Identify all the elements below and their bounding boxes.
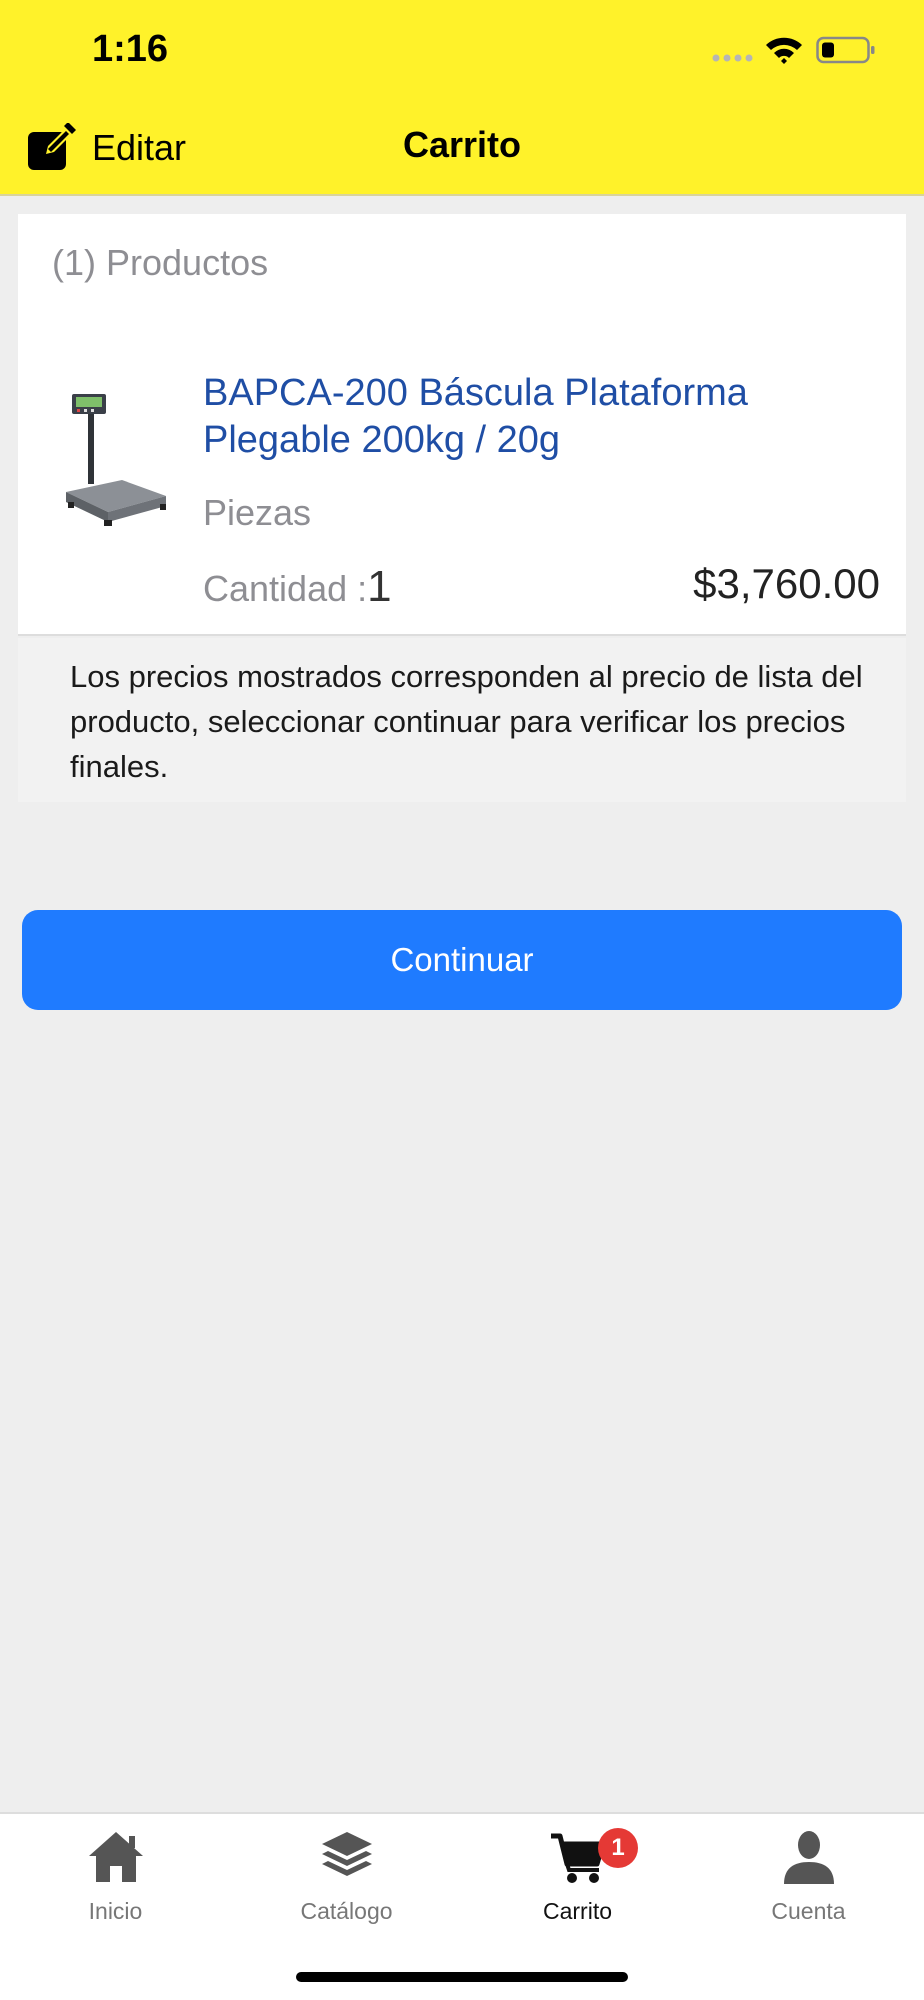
quantity-label: Cantidad : (203, 568, 368, 609)
tab-catalogo[interactable]: Catálogo (231, 1828, 462, 1938)
price-notice-text: Los precios mostrados corresponden al pr… (70, 659, 863, 784)
tab-carrito-label: Carrito (542, 1898, 612, 1924)
continue-button[interactable]: Continuar (22, 910, 902, 1010)
header: 1:16 Editar Carrito (0, 0, 924, 196)
tab-cuenta[interactable]: Cuenta (693, 1828, 924, 1938)
quantity-value: 1 (367, 562, 392, 611)
cart-card: (1) Productos BAPCA-200 Báscula Platafor… (18, 214, 906, 636)
tab-cuenta-label: Cuenta (771, 1898, 846, 1924)
cart-badge: 1 (598, 1828, 638, 1868)
tab-catalogo-label: Catálogo (300, 1898, 393, 1924)
products-count: (1) Productos (52, 242, 269, 283)
tab-inicio-label: Inicio (88, 1898, 143, 1924)
user-icon (783, 1831, 834, 1884)
tab-inicio[interactable]: Inicio (0, 1828, 231, 1938)
price-notice: Los precios mostrados corresponden al pr… (18, 638, 906, 802)
home-indicator[interactable] (296, 1972, 628, 1982)
quantity-row: Cantidad : 1 (203, 562, 392, 612)
home-icon (88, 1832, 143, 1882)
status-time: 1:16 (92, 28, 169, 70)
layers-icon (321, 1832, 372, 1876)
battery-icon (816, 36, 875, 64)
wifi-icon (766, 37, 802, 64)
cellular-signal-icon (712, 54, 753, 62)
page-title: Carrito (402, 124, 522, 165)
product-name-link[interactable]: BAPCA-200 Báscula Plataforma Plegable 20… (203, 370, 863, 464)
product-image[interactable] (62, 384, 172, 534)
product-unit: Piezas (203, 492, 312, 533)
tab-carrito[interactable]: Carrito 1 (462, 1828, 693, 1938)
product-price: $3,760.00 (693, 560, 880, 607)
